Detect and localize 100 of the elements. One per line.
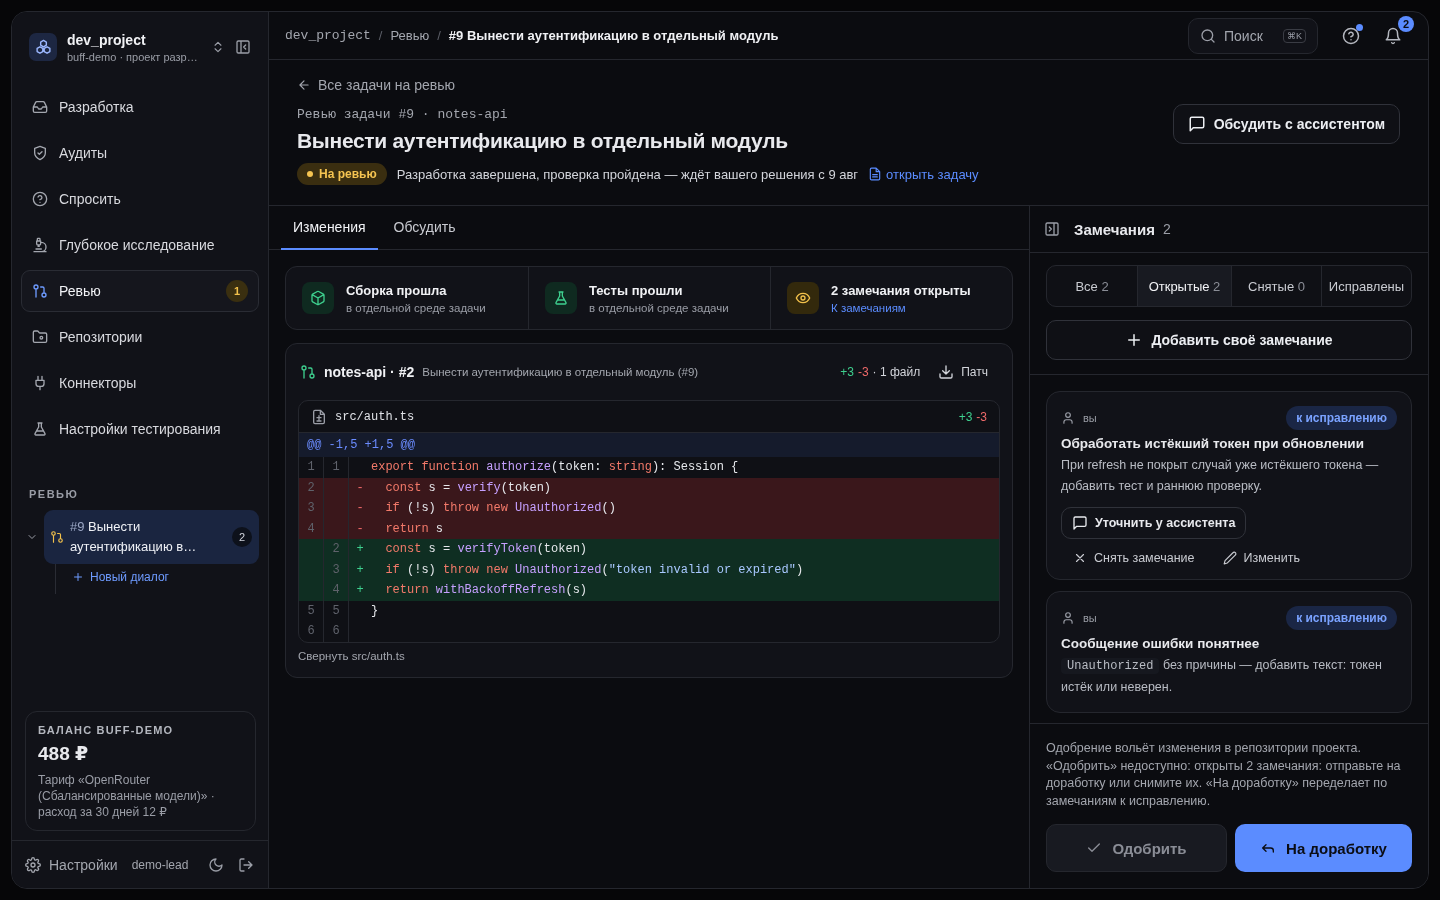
nav-item[interactable]: Спросить (21, 178, 259, 220)
add-remark-button[interactable]: Добавить своё замечание (1046, 320, 1412, 360)
collapse-sidebar-icon[interactable] (235, 39, 251, 55)
tab[interactable]: Изменения (281, 206, 378, 250)
branch-icon (32, 283, 48, 299)
user-icon (1061, 611, 1075, 625)
diff-sign: - (355, 500, 365, 517)
eye-icon (795, 290, 811, 306)
bell-icon (1384, 26, 1402, 45)
filter-tab[interactable]: Все 2 (1047, 266, 1137, 306)
added-count: +3 (958, 409, 973, 424)
diff-sign: - (355, 520, 365, 538)
discuss-button[interactable]: Обсудить с ассистентом (1172, 104, 1400, 144)
user-icon (1061, 411, 1075, 425)
breadcrumb-link[interactable]: dev_project (285, 28, 371, 43)
branch-icon (50, 530, 64, 544)
count-badge: 2 (232, 527, 252, 547)
hunk-header: @@ -1,5 +1,5 @@ (299, 433, 999, 457)
chat-icon (1072, 515, 1088, 531)
plus-icon (72, 571, 84, 583)
panel-title: Замечания (1074, 220, 1155, 238)
shortcut-hint: ⌘K (1283, 28, 1306, 43)
help-icon (32, 191, 48, 207)
chat-icon (1187, 115, 1206, 133)
file-path: src/auth.ts (335, 409, 415, 424)
line-number: 4 (324, 580, 349, 601)
remarks-link[interactable]: К замечаниям (831, 301, 971, 314)
nav-item[interactable]: Глубокое исследование (21, 224, 259, 266)
new-dialog-link[interactable]: Новый диалог (72, 570, 169, 584)
remark-text: При refresh не покрыт случай уже истёкшего токена — добавить тест и раннюю проверку. (1061, 457, 1380, 495)
file-icon (311, 408, 327, 425)
arrow-left-icon (297, 78, 311, 92)
filter-tab[interactable]: Исправлены (1321, 266, 1411, 306)
file-icon (868, 167, 883, 181)
check-title: Сборка прошла (346, 282, 448, 298)
dismiss-button[interactable]: Снять замечание (1073, 551, 1195, 565)
project-subtitle: buff-demo · проект разр… (67, 50, 199, 63)
line-number: 1 (299, 457, 324, 478)
tree-item[interactable]: #9 Вынести аутентификацию в… 2 (44, 510, 259, 564)
edit-button[interactable]: Изменить (1222, 551, 1300, 565)
line-number: 3 (299, 498, 324, 519)
shield-icon (32, 145, 48, 161)
task-eyebrow: Ревью задачи #9 · notes-api (297, 107, 509, 122)
remarks-count: 2 (1162, 221, 1171, 237)
logout-icon[interactable] (238, 856, 254, 873)
user-name: demo-lead (131, 857, 190, 872)
plug-icon (32, 375, 48, 391)
check-subtitle: в отдельной среде задачи (346, 301, 486, 314)
open-task-link[interactable]: открыть задачу (868, 166, 979, 182)
tab[interactable]: Обсудить (381, 206, 468, 250)
breadcrumb-link[interactable]: #9 Вынести аутентификацию в отдельный модуль (448, 28, 779, 43)
code-line: const s = verify(token) (384, 479, 552, 497)
status-badge: На ревью (297, 163, 387, 185)
close-icon (1073, 551, 1087, 565)
breadcrumb-separator: / (378, 28, 383, 43)
page-title: Вынести аутентификацию в отдельный модуль (297, 129, 789, 153)
repo-name: notes-api · #2 (324, 364, 415, 380)
moon-icon[interactable] (208, 856, 224, 873)
balance-title: БАЛАНС BUFF-DEMO (38, 724, 175, 736)
panel-icon[interactable] (1044, 221, 1060, 237)
ask-assistant-button[interactable]: Уточнить у ассистента (1061, 507, 1247, 539)
notification-badge: 2 (1398, 15, 1414, 32)
branch-icon (300, 364, 316, 380)
patch-button[interactable]: Патч (938, 364, 988, 380)
added-count: +3 (840, 365, 854, 379)
nav-item[interactable]: Аудиты (21, 132, 259, 174)
download-icon (938, 364, 955, 380)
line-number: 6 (324, 621, 349, 642)
flask-icon (553, 290, 569, 306)
remark-tag: к исправлению (1286, 406, 1397, 430)
line-number: 5 (324, 600, 349, 621)
back-link[interactable]: Все задачи на ревью (297, 77, 456, 93)
code-line: export function authorize(token: string): Session { (371, 459, 739, 476)
approval-notice: Одобрение вольёт изменения в репозитории проекта. «Одобрить» недоступно: открыты 2 замечания: отправьте на доработку или снимите их. «На доработку» переделает по замечаниям к исправлению. (1046, 740, 1402, 810)
settings-icon (25, 856, 41, 873)
nav-item[interactable]: Репозитории (21, 316, 259, 358)
breadcrumb-link[interactable]: Ревью (390, 28, 430, 43)
filter-tab[interactable]: Снятые 0 (1231, 266, 1321, 306)
line-number: 6 (299, 621, 324, 642)
nav-item[interactable]: Коннекторы (21, 362, 259, 404)
nav-item[interactable]: Разработка (21, 86, 259, 128)
nav-item[interactable]: Настройки тестирования (21, 408, 259, 450)
count-badge: 1 (226, 280, 248, 302)
flask-icon (32, 421, 48, 437)
diff-sign: - (355, 479, 365, 497)
filter-tab[interactable]: Открытые 2 (1137, 266, 1231, 306)
check-subtitle: в отдельной среде задачи (589, 301, 729, 314)
help-icon (1342, 26, 1360, 45)
remark-title: Обработать истёкший токен при обновлении (1061, 436, 1365, 451)
code-line: if (!s) throw new Unauthorized() (384, 500, 616, 517)
breadcrumb-separator: / (437, 28, 441, 43)
rework-button[interactable]: На доработку (1235, 824, 1412, 872)
line-number: 5 (299, 600, 324, 621)
collapse-link[interactable]: Свернуть src/auth.ts (298, 649, 405, 662)
settings-link[interactable]: Настройки (25, 856, 118, 873)
project-name[interactable]: dev_project (67, 31, 201, 48)
nav-item[interactable]: Ревью 1 (21, 270, 259, 312)
balance-note: Тариф «OpenRouter (Сбалансированные модели)» · расход за 30 дней 12 ₽ (38, 772, 216, 820)
check-title: 2 замечания открыты (831, 282, 971, 298)
status-summary: Разработка завершена, проверка пройдена — ждёт вашего решения с 9 авг (396, 166, 859, 182)
